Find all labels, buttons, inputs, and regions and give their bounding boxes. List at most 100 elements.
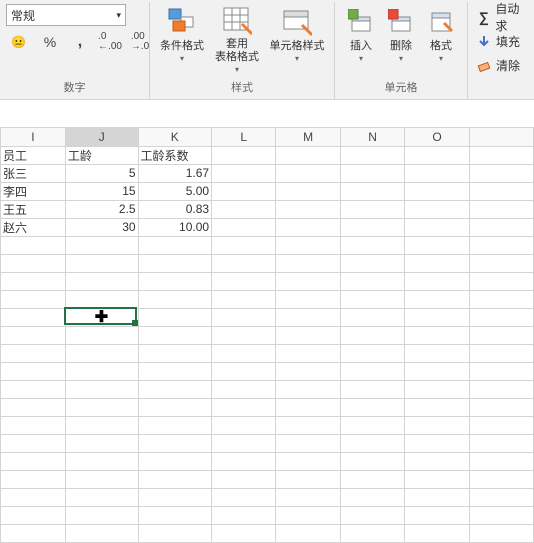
cell[interactable]	[212, 452, 276, 470]
cell[interactable]	[469, 380, 533, 398]
cell[interactable]	[1, 452, 66, 470]
fill-button[interactable]: 填充	[474, 30, 532, 52]
cell[interactable]	[138, 326, 212, 344]
cell[interactable]	[340, 488, 404, 506]
cell[interactable]	[276, 254, 341, 272]
cell[interactable]	[138, 524, 212, 542]
cell[interactable]	[405, 470, 469, 488]
cell[interactable]	[65, 416, 138, 434]
cell[interactable]	[138, 434, 212, 452]
cell[interactable]	[65, 380, 138, 398]
cell[interactable]	[405, 218, 469, 236]
cell[interactable]	[405, 434, 469, 452]
cell[interactable]	[1, 380, 66, 398]
cell[interactable]	[340, 164, 404, 182]
cell[interactable]	[276, 272, 341, 290]
cell[interactable]: 0.83	[138, 200, 212, 218]
cell[interactable]	[65, 470, 138, 488]
cell[interactable]	[212, 416, 276, 434]
cell[interactable]	[212, 290, 276, 308]
cell[interactable]	[212, 182, 276, 200]
cell[interactable]	[469, 506, 533, 524]
cell[interactable]	[1, 398, 66, 416]
cell[interactable]	[405, 488, 469, 506]
cell[interactable]	[276, 182, 341, 200]
cell[interactable]	[276, 398, 341, 416]
cell[interactable]	[212, 362, 276, 380]
cell[interactable]: 5.00	[138, 182, 212, 200]
cell[interactable]	[340, 380, 404, 398]
cell[interactable]	[469, 488, 533, 506]
conditional-formatting-button[interactable]: 条件格式 ▾	[156, 2, 208, 74]
column-header[interactable]	[469, 128, 533, 146]
cell[interactable]	[138, 398, 212, 416]
cell[interactable]	[340, 200, 404, 218]
cell[interactable]	[340, 146, 404, 164]
cell[interactable]	[469, 362, 533, 380]
cell[interactable]	[212, 236, 276, 254]
cell[interactable]	[212, 308, 276, 326]
column-header[interactable]: I	[1, 128, 66, 146]
cell[interactable]	[469, 344, 533, 362]
cell[interactable]	[276, 524, 341, 542]
cell[interactable]	[469, 236, 533, 254]
cell[interactable]: 王五	[1, 200, 66, 218]
cell[interactable]	[65, 236, 138, 254]
comma-format-button[interactable]: ,	[66, 30, 94, 54]
cell[interactable]: 李四	[1, 182, 66, 200]
cell[interactable]	[276, 452, 341, 470]
cell[interactable]	[65, 398, 138, 416]
cell[interactable]	[212, 254, 276, 272]
cell[interactable]	[340, 434, 404, 452]
cell[interactable]	[469, 146, 533, 164]
cell[interactable]	[276, 308, 341, 326]
cell[interactable]	[1, 236, 66, 254]
column-header[interactable]: M	[276, 128, 341, 146]
cell[interactable]	[405, 182, 469, 200]
cell[interactable]	[340, 218, 404, 236]
cell[interactable]	[1, 326, 66, 344]
cell[interactable]	[405, 524, 469, 542]
cell[interactable]	[405, 290, 469, 308]
cell[interactable]	[212, 488, 276, 506]
clear-button[interactable]: 清除	[474, 54, 532, 76]
cell[interactable]: 5	[65, 164, 138, 182]
cell[interactable]	[340, 182, 404, 200]
autosum-button[interactable]: ∑ 自动求	[474, 6, 532, 28]
cell[interactable]	[276, 164, 341, 182]
cell[interactable]	[469, 434, 533, 452]
cell[interactable]	[138, 272, 212, 290]
cell[interactable]	[405, 164, 469, 182]
cell[interactable]	[276, 218, 341, 236]
cell[interactable]	[405, 398, 469, 416]
percent-format-button[interactable]: %	[36, 30, 64, 54]
cell[interactable]	[138, 416, 212, 434]
cell[interactable]	[65, 344, 138, 362]
format-button[interactable]: 格式 ▾	[421, 2, 461, 74]
cell[interactable]: 2.5	[65, 200, 138, 218]
cell[interactable]: 赵六	[1, 218, 66, 236]
cell[interactable]	[405, 146, 469, 164]
cell[interactable]	[138, 470, 212, 488]
cell[interactable]	[276, 236, 341, 254]
cell[interactable]	[65, 524, 138, 542]
cell[interactable]	[276, 506, 341, 524]
cell[interactable]	[340, 272, 404, 290]
cell[interactable]	[65, 254, 138, 272]
column-header[interactable]: J	[65, 128, 138, 146]
cell[interactable]	[65, 290, 138, 308]
cell[interactable]	[469, 326, 533, 344]
cell[interactable]	[276, 200, 341, 218]
cell[interactable]: 工龄系数	[138, 146, 212, 164]
cell[interactable]	[138, 380, 212, 398]
cell[interactable]	[469, 218, 533, 236]
cell[interactable]	[138, 488, 212, 506]
cell[interactable]	[138, 344, 212, 362]
cell[interactable]	[405, 326, 469, 344]
cell[interactable]	[276, 146, 341, 164]
cell[interactable]	[1, 506, 66, 524]
cell[interactable]	[469, 416, 533, 434]
cell[interactable]	[1, 488, 66, 506]
cell[interactable]	[276, 434, 341, 452]
cell[interactable]: 员工	[1, 146, 66, 164]
